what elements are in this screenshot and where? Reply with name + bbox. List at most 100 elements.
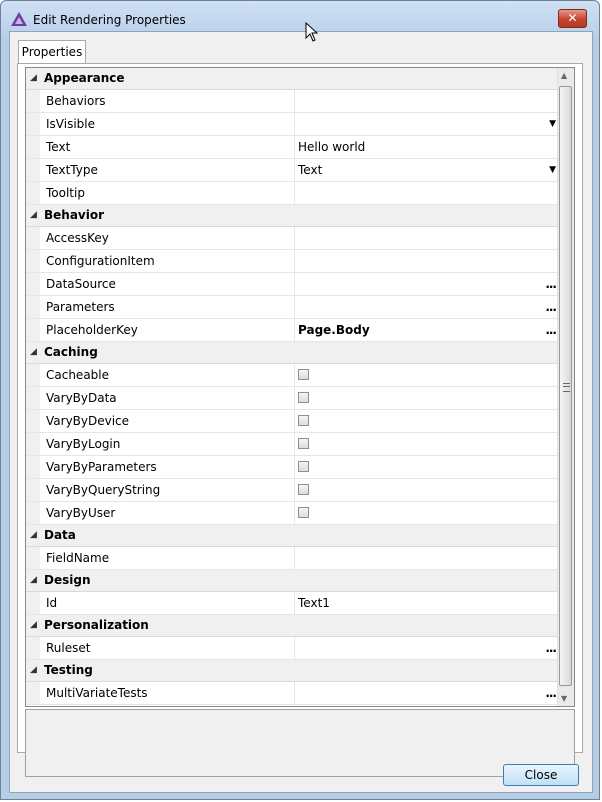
collapse-expander-icon[interactable]: ◢: [30, 570, 37, 591]
property-name[interactable]: ConfigurationItem: [46, 250, 292, 272]
category-personalization[interactable]: ◢ Personalization: [26, 615, 560, 637]
ellipsis-button[interactable]: ...: [545, 682, 557, 704]
scrollbar-thumb[interactable]: [559, 86, 572, 686]
ellipsis-button[interactable]: ...: [545, 637, 557, 659]
property-value[interactable]: [294, 364, 560, 386]
property-row-multivariatetests[interactable]: MultiVariateTests...: [26, 682, 560, 705]
property-row-varybydata[interactable]: VaryByData: [26, 387, 560, 410]
category-caching[interactable]: ◢ Caching: [26, 342, 560, 364]
property-value[interactable]: Page.Body...: [294, 319, 560, 341]
property-name[interactable]: Parameters: [46, 296, 292, 318]
category-data[interactable]: ◢ Data: [26, 525, 560, 547]
property-name[interactable]: AccessKey: [46, 227, 292, 249]
property-row-text[interactable]: Text Hello world: [26, 136, 560, 159]
collapse-expander-icon[interactable]: ◢: [30, 615, 37, 636]
ellipsis-button[interactable]: ...: [545, 296, 557, 318]
property-row-varybyquerystring[interactable]: VaryByQueryString: [26, 479, 560, 502]
property-value[interactable]: [294, 502, 560, 524]
property-row-texttype[interactable]: TextType Text ▼: [26, 159, 560, 182]
property-value[interactable]: [294, 90, 560, 112]
tab-properties[interactable]: Properties: [18, 40, 86, 64]
collapse-expander-icon[interactable]: ◢: [30, 660, 37, 681]
checkbox[interactable]: [298, 392, 309, 403]
checkbox[interactable]: [298, 369, 309, 380]
close-button[interactable]: Close: [503, 764, 579, 786]
property-row-fieldname[interactable]: FieldName: [26, 547, 560, 570]
property-row-datasource[interactable]: DataSource...: [26, 273, 560, 296]
property-value[interactable]: ▼: [294, 113, 560, 135]
property-name[interactable]: VaryByUser: [46, 502, 292, 524]
property-name[interactable]: VaryByLogin: [46, 433, 292, 455]
property-name[interactable]: VaryByData: [46, 387, 292, 409]
property-row-behaviors[interactable]: Behaviors: [26, 90, 560, 113]
ellipsis-button[interactable]: ...: [545, 319, 557, 341]
property-name[interactable]: VaryByDevice: [46, 410, 292, 432]
vertical-scrollbar[interactable]: ▲ ▼: [557, 68, 574, 706]
property-name[interactable]: IsVisible: [46, 113, 292, 135]
ellipsis-button[interactable]: ...: [545, 273, 557, 295]
property-value[interactable]: [294, 433, 560, 455]
property-name[interactable]: Behaviors: [46, 90, 292, 112]
property-row-isvisible[interactable]: IsVisible ▼: [26, 113, 560, 136]
property-name[interactable]: FieldName: [46, 547, 292, 569]
checkbox[interactable]: [298, 438, 309, 449]
property-value[interactable]: [294, 227, 560, 249]
property-name[interactable]: TextType: [46, 159, 292, 181]
property-row-ruleset[interactable]: Ruleset...: [26, 637, 560, 660]
property-name[interactable]: Id: [46, 592, 292, 614]
category-design[interactable]: ◢ Design: [26, 570, 560, 592]
property-value[interactable]: Hello world: [294, 136, 560, 158]
property-value[interactable]: [294, 182, 560, 204]
property-name[interactable]: VaryByParameters: [46, 456, 292, 478]
property-name[interactable]: Cacheable: [46, 364, 292, 386]
property-row-varybyparameters[interactable]: VaryByParameters: [26, 456, 560, 479]
scroll-down-icon[interactable]: ▼: [561, 694, 567, 703]
checkbox[interactable]: [298, 484, 309, 495]
collapse-expander-icon[interactable]: ◢: [30, 342, 37, 363]
property-row-varybylogin[interactable]: VaryByLogin: [26, 433, 560, 456]
property-row-tooltip[interactable]: Tooltip: [26, 182, 560, 205]
property-value[interactable]: ...: [294, 273, 560, 295]
property-row-configurationitem[interactable]: ConfigurationItem: [26, 250, 560, 273]
collapse-expander-icon[interactable]: ◢: [30, 525, 37, 546]
property-value[interactable]: ...: [294, 637, 560, 659]
property-value[interactable]: Text ▼: [294, 159, 560, 181]
property-row-parameters[interactable]: Parameters...: [26, 296, 560, 319]
category-testing[interactable]: ◢ Testing: [26, 660, 560, 682]
dropdown-arrow-icon[interactable]: ▼: [549, 159, 556, 181]
property-value[interactable]: [294, 547, 560, 569]
dropdown-arrow-icon[interactable]: ▼: [549, 113, 556, 135]
category-behavior[interactable]: ◢ Behavior: [26, 205, 560, 227]
property-value[interactable]: ...: [294, 296, 560, 318]
property-value[interactable]: ...: [294, 682, 560, 704]
property-name[interactable]: MultiVariateTests: [46, 682, 292, 704]
scroll-up-icon[interactable]: ▲: [561, 71, 567, 80]
property-value[interactable]: [294, 456, 560, 478]
checkbox[interactable]: [298, 415, 309, 426]
checkbox[interactable]: [298, 461, 309, 472]
property-name[interactable]: Ruleset: [46, 637, 292, 659]
property-row-id[interactable]: Id Text1: [26, 592, 560, 615]
category-label: Testing: [44, 663, 93, 677]
checkbox[interactable]: [298, 507, 309, 518]
property-name[interactable]: Tooltip: [46, 182, 292, 204]
property-name[interactable]: DataSource: [46, 273, 292, 295]
property-row-varybyuser[interactable]: VaryByUser: [26, 502, 560, 525]
collapse-expander-icon[interactable]: ◢: [30, 68, 37, 89]
property-row-accesskey[interactable]: AccessKey: [26, 227, 560, 250]
property-value[interactable]: Text1: [294, 592, 560, 614]
property-value-text: Hello world: [298, 140, 366, 154]
property-name[interactable]: VaryByQueryString: [46, 479, 292, 501]
property-value[interactable]: [294, 410, 560, 432]
window-close-button[interactable]: ✕: [558, 9, 587, 28]
property-value[interactable]: [294, 250, 560, 272]
property-value[interactable]: [294, 387, 560, 409]
property-value[interactable]: [294, 479, 560, 501]
category-appearance[interactable]: ◢ Appearance: [26, 68, 560, 90]
property-name[interactable]: PlaceholderKey: [46, 319, 292, 341]
collapse-expander-icon[interactable]: ◢: [30, 205, 37, 226]
property-row-placeholderkey[interactable]: PlaceholderKey Page.Body...: [26, 319, 560, 342]
property-name[interactable]: Text: [46, 136, 292, 158]
property-row-varybydevice[interactable]: VaryByDevice: [26, 410, 560, 433]
property-row-cacheable[interactable]: Cacheable: [26, 364, 560, 387]
